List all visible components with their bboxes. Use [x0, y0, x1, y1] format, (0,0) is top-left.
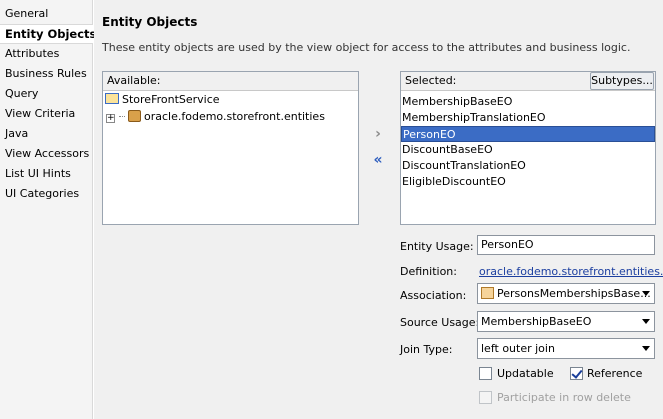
tree-connector	[118, 116, 125, 117]
nav-item-query[interactable]: Query	[5, 85, 38, 103]
available-header: Available:	[103, 72, 358, 91]
definition-link[interactable]: oracle.fodemo.storefront.entities....	[479, 265, 663, 278]
nav-item-attributes[interactable]: Attributes	[5, 45, 59, 63]
chevron-down-icon	[642, 346, 650, 351]
join-type-value: left outer join	[481, 342, 555, 355]
add-arrow-icon[interactable]: ›	[371, 127, 385, 141]
selected-item[interactable]: DiscountTranslationEO	[401, 158, 655, 174]
package-icon	[128, 110, 141, 122]
reference-label: Reference	[587, 367, 643, 380]
reference-checkbox[interactable]	[570, 367, 583, 380]
tree-node-label: oracle.fodemo.storefront.entities	[144, 110, 325, 123]
association-icon	[481, 287, 494, 299]
selected-list[interactable]: Selected: Subtypes... MembershipBaseEO M…	[400, 71, 656, 225]
navigation-panel: General Entity Objects Attributes Busine…	[0, 0, 96, 419]
nav-item-view-criteria[interactable]: View Criteria	[5, 105, 75, 123]
participate-checkbox[interactable]	[479, 391, 492, 404]
entity-usage-label: Entity Usage:	[400, 240, 474, 253]
tree-node-storefrontservice[interactable]: StoreFrontService	[103, 91, 358, 108]
page-description: These entity objects are used by the vie…	[102, 41, 631, 54]
chevron-down-icon	[642, 291, 650, 296]
source-usage-value: MembershipBaseEO	[481, 315, 592, 328]
nav-item-business-rules[interactable]: Business Rules	[5, 65, 87, 83]
page-title: Entity Objects	[102, 15, 198, 29]
association-value: PersonsMembershipsBase...	[497, 287, 651, 300]
join-type-label: Join Type:	[400, 343, 453, 356]
participate-label: Participate in row delete	[497, 391, 631, 404]
selected-header-label: Selected:	[405, 74, 457, 87]
selected-item[interactable]: MembershipBaseEO	[401, 94, 655, 110]
tree-node-label: StoreFrontService	[122, 93, 220, 106]
selected-item[interactable]: EligibleDiscountEO	[401, 174, 655, 190]
source-usage-select[interactable]: MembershipBaseEO	[477, 311, 655, 332]
source-usage-label: Source Usage:	[400, 316, 480, 329]
updatable-label: Updatable	[497, 367, 554, 380]
association-label: Association:	[400, 289, 467, 302]
updatable-checkbox[interactable]	[479, 367, 492, 380]
selected-item[interactable]: DiscountBaseEO	[401, 142, 655, 158]
nav-item-entity-objects[interactable]: Entity Objects	[5, 25, 96, 43]
entity-usage-field[interactable]: PersonEO	[477, 235, 655, 255]
nav-item-general[interactable]: General	[5, 5, 48, 23]
tree-node-entities-package[interactable]: + oracle.fodemo.storefront.entities	[103, 108, 358, 125]
join-type-select[interactable]: left outer join	[477, 338, 655, 359]
chevron-down-icon	[642, 319, 650, 324]
selected-item-active[interactable]: PersonEO	[401, 126, 655, 142]
definition-label: Definition:	[400, 265, 457, 278]
expand-icon[interactable]: +	[106, 114, 115, 123]
subtypes-button[interactable]: Subtypes...	[590, 72, 654, 90]
selected-header: Selected: Subtypes...	[401, 72, 655, 91]
nav-item-list-ui-hints[interactable]: List UI Hints	[5, 165, 71, 183]
nav-item-java[interactable]: Java	[5, 125, 28, 143]
remove-all-arrow-icon[interactable]: «	[371, 153, 385, 167]
main-panel: Entity Objects These entity objects are …	[94, 0, 663, 419]
available-list[interactable]: Available: StoreFrontService + oracle.fo…	[102, 71, 359, 225]
service-icon	[105, 93, 119, 104]
nav-item-view-accessors[interactable]: View Accessors	[5, 145, 89, 163]
association-select[interactable]: PersonsMembershipsBase...	[477, 283, 655, 304]
nav-item-ui-categories[interactable]: UI Categories	[5, 185, 79, 203]
selected-item[interactable]: MembershipTranslationEO	[401, 110, 655, 126]
